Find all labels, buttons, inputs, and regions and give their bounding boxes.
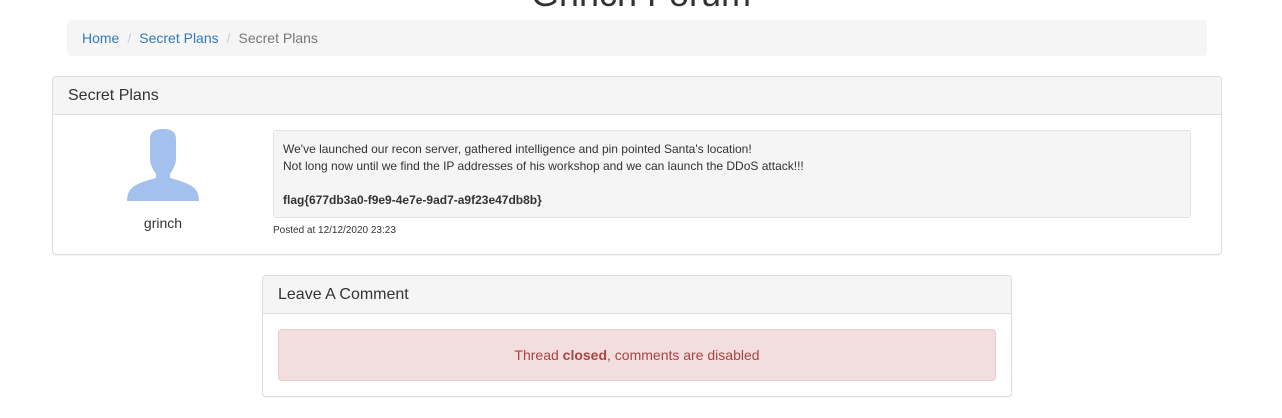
alert-text-prefix: Thread bbox=[514, 347, 563, 363]
breadcrumb: Home / Secret Plans / Secret Plans bbox=[67, 20, 1207, 56]
breadcrumb-home-link[interactable]: Home bbox=[82, 30, 119, 46]
post-author-name[interactable]: grinch bbox=[123, 215, 203, 231]
breadcrumb-separator: / bbox=[226, 30, 231, 46]
comment-heading: Leave A Comment bbox=[263, 276, 1011, 314]
post-author-block: grinch bbox=[123, 129, 203, 231]
user-silhouette-icon bbox=[127, 129, 199, 201]
post-text-line: Not long now until we find the IP addres… bbox=[283, 159, 804, 173]
alert-text-emphasis: closed bbox=[562, 347, 608, 363]
thread-title: Secret Plans bbox=[53, 77, 1221, 115]
thread-closed-alert: Thread closed, comments are disabled bbox=[278, 329, 996, 381]
alert-text-suffix: , comments are disabled bbox=[607, 347, 760, 363]
post-spacer bbox=[283, 175, 1181, 192]
post-timestamp: Posted at 12/12/2020 23:23 bbox=[273, 225, 396, 236]
breadcrumb-category-link[interactable]: Secret Plans bbox=[139, 30, 218, 46]
post-body: We've launched our recon server, gathere… bbox=[273, 130, 1191, 218]
breadcrumb-separator: / bbox=[127, 30, 132, 46]
breadcrumb-current: Secret Plans bbox=[238, 30, 318, 46]
comment-panel: Leave A Comment Thread closed, comments … bbox=[262, 275, 1012, 397]
post-flag: flag{677db3a0-f9e9-4e7e-9ad7-a9f23e47db8… bbox=[283, 193, 542, 207]
site-title: Grinch Forum bbox=[0, 0, 1282, 12]
post-text-line: We've launched our recon server, gathere… bbox=[283, 142, 752, 156]
thread-panel: Secret Plans grinch We've launched our r… bbox=[52, 76, 1222, 255]
